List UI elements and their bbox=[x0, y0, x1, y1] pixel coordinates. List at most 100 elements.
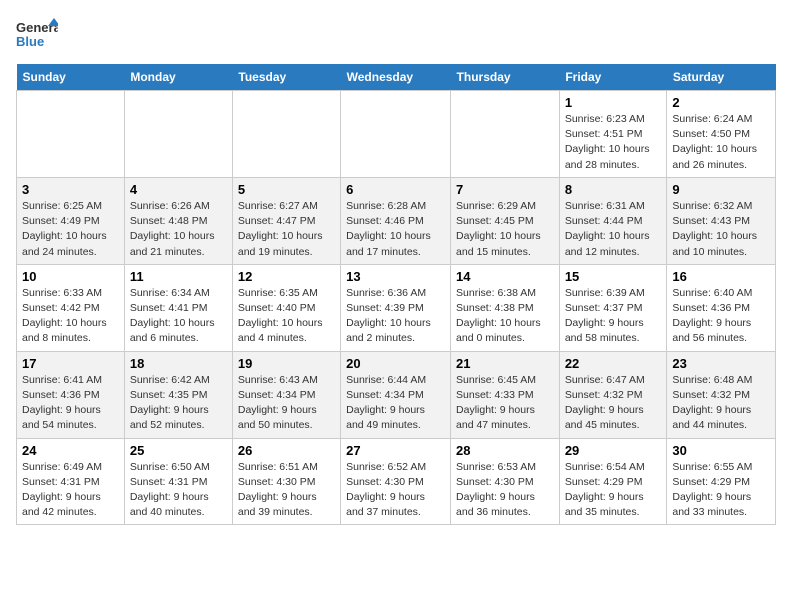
day-number: 12 bbox=[238, 269, 335, 284]
general-blue-logo-icon: General Blue bbox=[16, 16, 58, 52]
page-header: General Blue bbox=[16, 16, 776, 52]
calendar-cell: 14 Sunrise: 6:38 AM Sunset: 4:38 PM Dayli… bbox=[451, 264, 560, 351]
day-info: Sunrise: 6:50 AM Sunset: 4:31 PM Dayligh… bbox=[130, 460, 227, 521]
day-info: Sunrise: 6:23 AM Sunset: 4:51 PM Dayligh… bbox=[565, 112, 662, 173]
day-info: Sunrise: 6:26 AM Sunset: 4:48 PM Dayligh… bbox=[130, 199, 227, 260]
day-info: Sunrise: 6:45 AM Sunset: 4:33 PM Dayligh… bbox=[456, 373, 554, 434]
calendar-cell: 18 Sunrise: 6:42 AM Sunset: 4:35 PM Dayli… bbox=[124, 351, 232, 438]
day-number: 14 bbox=[456, 269, 554, 284]
day-number: 2 bbox=[672, 95, 770, 110]
calendar-cell: 3 Sunrise: 6:25 AM Sunset: 4:49 PM Daylig… bbox=[17, 177, 125, 264]
day-info: Sunrise: 6:39 AM Sunset: 4:37 PM Dayligh… bbox=[565, 286, 662, 347]
day-number: 6 bbox=[346, 182, 445, 197]
day-number: 10 bbox=[22, 269, 119, 284]
calendar-cell: 20 Sunrise: 6:44 AM Sunset: 4:34 PM Dayli… bbox=[341, 351, 451, 438]
calendar-cell: 23 Sunrise: 6:48 AM Sunset: 4:32 PM Dayli… bbox=[667, 351, 776, 438]
day-number: 27 bbox=[346, 443, 445, 458]
calendar-cell bbox=[451, 91, 560, 178]
weekday-header-sunday: Sunday bbox=[17, 64, 125, 91]
day-number: 23 bbox=[672, 356, 770, 371]
day-number: 1 bbox=[565, 95, 662, 110]
day-number: 3 bbox=[22, 182, 119, 197]
day-info: Sunrise: 6:38 AM Sunset: 4:38 PM Dayligh… bbox=[456, 286, 554, 347]
calendar-cell bbox=[124, 91, 232, 178]
calendar-cell bbox=[341, 91, 451, 178]
day-number: 11 bbox=[130, 269, 227, 284]
calendar-cell: 2 Sunrise: 6:24 AM Sunset: 4:50 PM Daylig… bbox=[667, 91, 776, 178]
day-number: 19 bbox=[238, 356, 335, 371]
day-info: Sunrise: 6:53 AM Sunset: 4:30 PM Dayligh… bbox=[456, 460, 554, 521]
day-info: Sunrise: 6:44 AM Sunset: 4:34 PM Dayligh… bbox=[346, 373, 445, 434]
week-row-4: 17 Sunrise: 6:41 AM Sunset: 4:36 PM Dayli… bbox=[17, 351, 776, 438]
day-number: 24 bbox=[22, 443, 119, 458]
day-info: Sunrise: 6:33 AM Sunset: 4:42 PM Dayligh… bbox=[22, 286, 119, 347]
day-info: Sunrise: 6:29 AM Sunset: 4:45 PM Dayligh… bbox=[456, 199, 554, 260]
calendar-cell: 26 Sunrise: 6:51 AM Sunset: 4:30 PM Dayli… bbox=[232, 438, 340, 525]
day-info: Sunrise: 6:54 AM Sunset: 4:29 PM Dayligh… bbox=[565, 460, 662, 521]
day-info: Sunrise: 6:52 AM Sunset: 4:30 PM Dayligh… bbox=[346, 460, 445, 521]
day-info: Sunrise: 6:24 AM Sunset: 4:50 PM Dayligh… bbox=[672, 112, 770, 173]
calendar-cell: 9 Sunrise: 6:32 AM Sunset: 4:43 PM Daylig… bbox=[667, 177, 776, 264]
calendar-cell: 30Sunrise: 6:55 AM Sunset: 4:29 PM Dayli… bbox=[667, 438, 776, 525]
weekday-header-wednesday: Wednesday bbox=[341, 64, 451, 91]
weekday-header-saturday: Saturday bbox=[667, 64, 776, 91]
calendar-table: SundayMondayTuesdayWednesdayThursdayFrid… bbox=[16, 64, 776, 525]
day-number: 18 bbox=[130, 356, 227, 371]
week-row-5: 24 Sunrise: 6:49 AM Sunset: 4:31 PM Dayli… bbox=[17, 438, 776, 525]
calendar-cell: 15 Sunrise: 6:39 AM Sunset: 4:37 PM Dayli… bbox=[559, 264, 667, 351]
svg-text:Blue: Blue bbox=[16, 34, 44, 49]
calendar-cell: 24 Sunrise: 6:49 AM Sunset: 4:31 PM Dayli… bbox=[17, 438, 125, 525]
weekday-header-monday: Monday bbox=[124, 64, 232, 91]
day-info: Sunrise: 6:41 AM Sunset: 4:36 PM Dayligh… bbox=[22, 373, 119, 434]
weekday-header-row: SundayMondayTuesdayWednesdayThursdayFrid… bbox=[17, 64, 776, 91]
day-number: 22 bbox=[565, 356, 662, 371]
day-number: 25 bbox=[130, 443, 227, 458]
day-number: 15 bbox=[565, 269, 662, 284]
day-number: 26 bbox=[238, 443, 335, 458]
day-number: 20 bbox=[346, 356, 445, 371]
day-info: Sunrise: 6:25 AM Sunset: 4:49 PM Dayligh… bbox=[22, 199, 119, 260]
calendar-cell: 6 Sunrise: 6:28 AM Sunset: 4:46 PM Daylig… bbox=[341, 177, 451, 264]
calendar-cell: 16 Sunrise: 6:40 AM Sunset: 4:36 PM Dayli… bbox=[667, 264, 776, 351]
week-row-1: 1 Sunrise: 6:23 AM Sunset: 4:51 PM Daylig… bbox=[17, 91, 776, 178]
day-number: 8 bbox=[565, 182, 662, 197]
calendar-cell: 10 Sunrise: 6:33 AM Sunset: 4:42 PM Dayli… bbox=[17, 264, 125, 351]
day-info: Sunrise: 6:55 AM Sunset: 4:29 PM Dayligh… bbox=[672, 460, 770, 521]
day-info: Sunrise: 6:47 AM Sunset: 4:32 PM Dayligh… bbox=[565, 373, 662, 434]
calendar-cell: 28 Sunrise: 6:53 AM Sunset: 4:30 PM Dayli… bbox=[451, 438, 560, 525]
calendar-cell: 4 Sunrise: 6:26 AM Sunset: 4:48 PM Daylig… bbox=[124, 177, 232, 264]
day-info: Sunrise: 6:28 AM Sunset: 4:46 PM Dayligh… bbox=[346, 199, 445, 260]
day-info: Sunrise: 6:35 AM Sunset: 4:40 PM Dayligh… bbox=[238, 286, 335, 347]
calendar-cell: 8 Sunrise: 6:31 AM Sunset: 4:44 PM Daylig… bbox=[559, 177, 667, 264]
calendar-cell bbox=[17, 91, 125, 178]
day-info: Sunrise: 6:49 AM Sunset: 4:31 PM Dayligh… bbox=[22, 460, 119, 521]
day-number: 4 bbox=[130, 182, 227, 197]
day-number: 16 bbox=[672, 269, 770, 284]
day-number: 28 bbox=[456, 443, 554, 458]
weekday-header-friday: Friday bbox=[559, 64, 667, 91]
day-info: Sunrise: 6:40 AM Sunset: 4:36 PM Dayligh… bbox=[672, 286, 770, 347]
calendar-cell: 13 Sunrise: 6:36 AM Sunset: 4:39 PM Dayli… bbox=[341, 264, 451, 351]
day-info: Sunrise: 6:42 AM Sunset: 4:35 PM Dayligh… bbox=[130, 373, 227, 434]
day-info: Sunrise: 6:48 AM Sunset: 4:32 PM Dayligh… bbox=[672, 373, 770, 434]
day-number: 29 bbox=[565, 443, 662, 458]
day-info: Sunrise: 6:31 AM Sunset: 4:44 PM Dayligh… bbox=[565, 199, 662, 260]
day-info: Sunrise: 6:32 AM Sunset: 4:43 PM Dayligh… bbox=[672, 199, 770, 260]
calendar-cell bbox=[232, 91, 340, 178]
day-number: 7 bbox=[456, 182, 554, 197]
day-number: 21 bbox=[456, 356, 554, 371]
weekday-header-tuesday: Tuesday bbox=[232, 64, 340, 91]
day-number: 9 bbox=[672, 182, 770, 197]
logo: General Blue bbox=[16, 16, 58, 52]
calendar-cell: 5Sunrise: 6:27 AM Sunset: 4:47 PM Daylig… bbox=[232, 177, 340, 264]
calendar-cell: 21 Sunrise: 6:45 AM Sunset: 4:33 PM Dayli… bbox=[451, 351, 560, 438]
calendar-cell: 25 Sunrise: 6:50 AM Sunset: 4:31 PM Dayli… bbox=[124, 438, 232, 525]
calendar-cell: 19Sunrise: 6:43 AM Sunset: 4:34 PM Dayli… bbox=[232, 351, 340, 438]
day-number: 17 bbox=[22, 356, 119, 371]
weekday-header-thursday: Thursday bbox=[451, 64, 560, 91]
calendar-cell: 11Sunrise: 6:34 AM Sunset: 4:41 PM Dayli… bbox=[124, 264, 232, 351]
day-info: Sunrise: 6:36 AM Sunset: 4:39 PM Dayligh… bbox=[346, 286, 445, 347]
day-number: 13 bbox=[346, 269, 445, 284]
calendar-cell: 1 Sunrise: 6:23 AM Sunset: 4:51 PM Daylig… bbox=[559, 91, 667, 178]
day-info: Sunrise: 6:51 AM Sunset: 4:30 PM Dayligh… bbox=[238, 460, 335, 521]
